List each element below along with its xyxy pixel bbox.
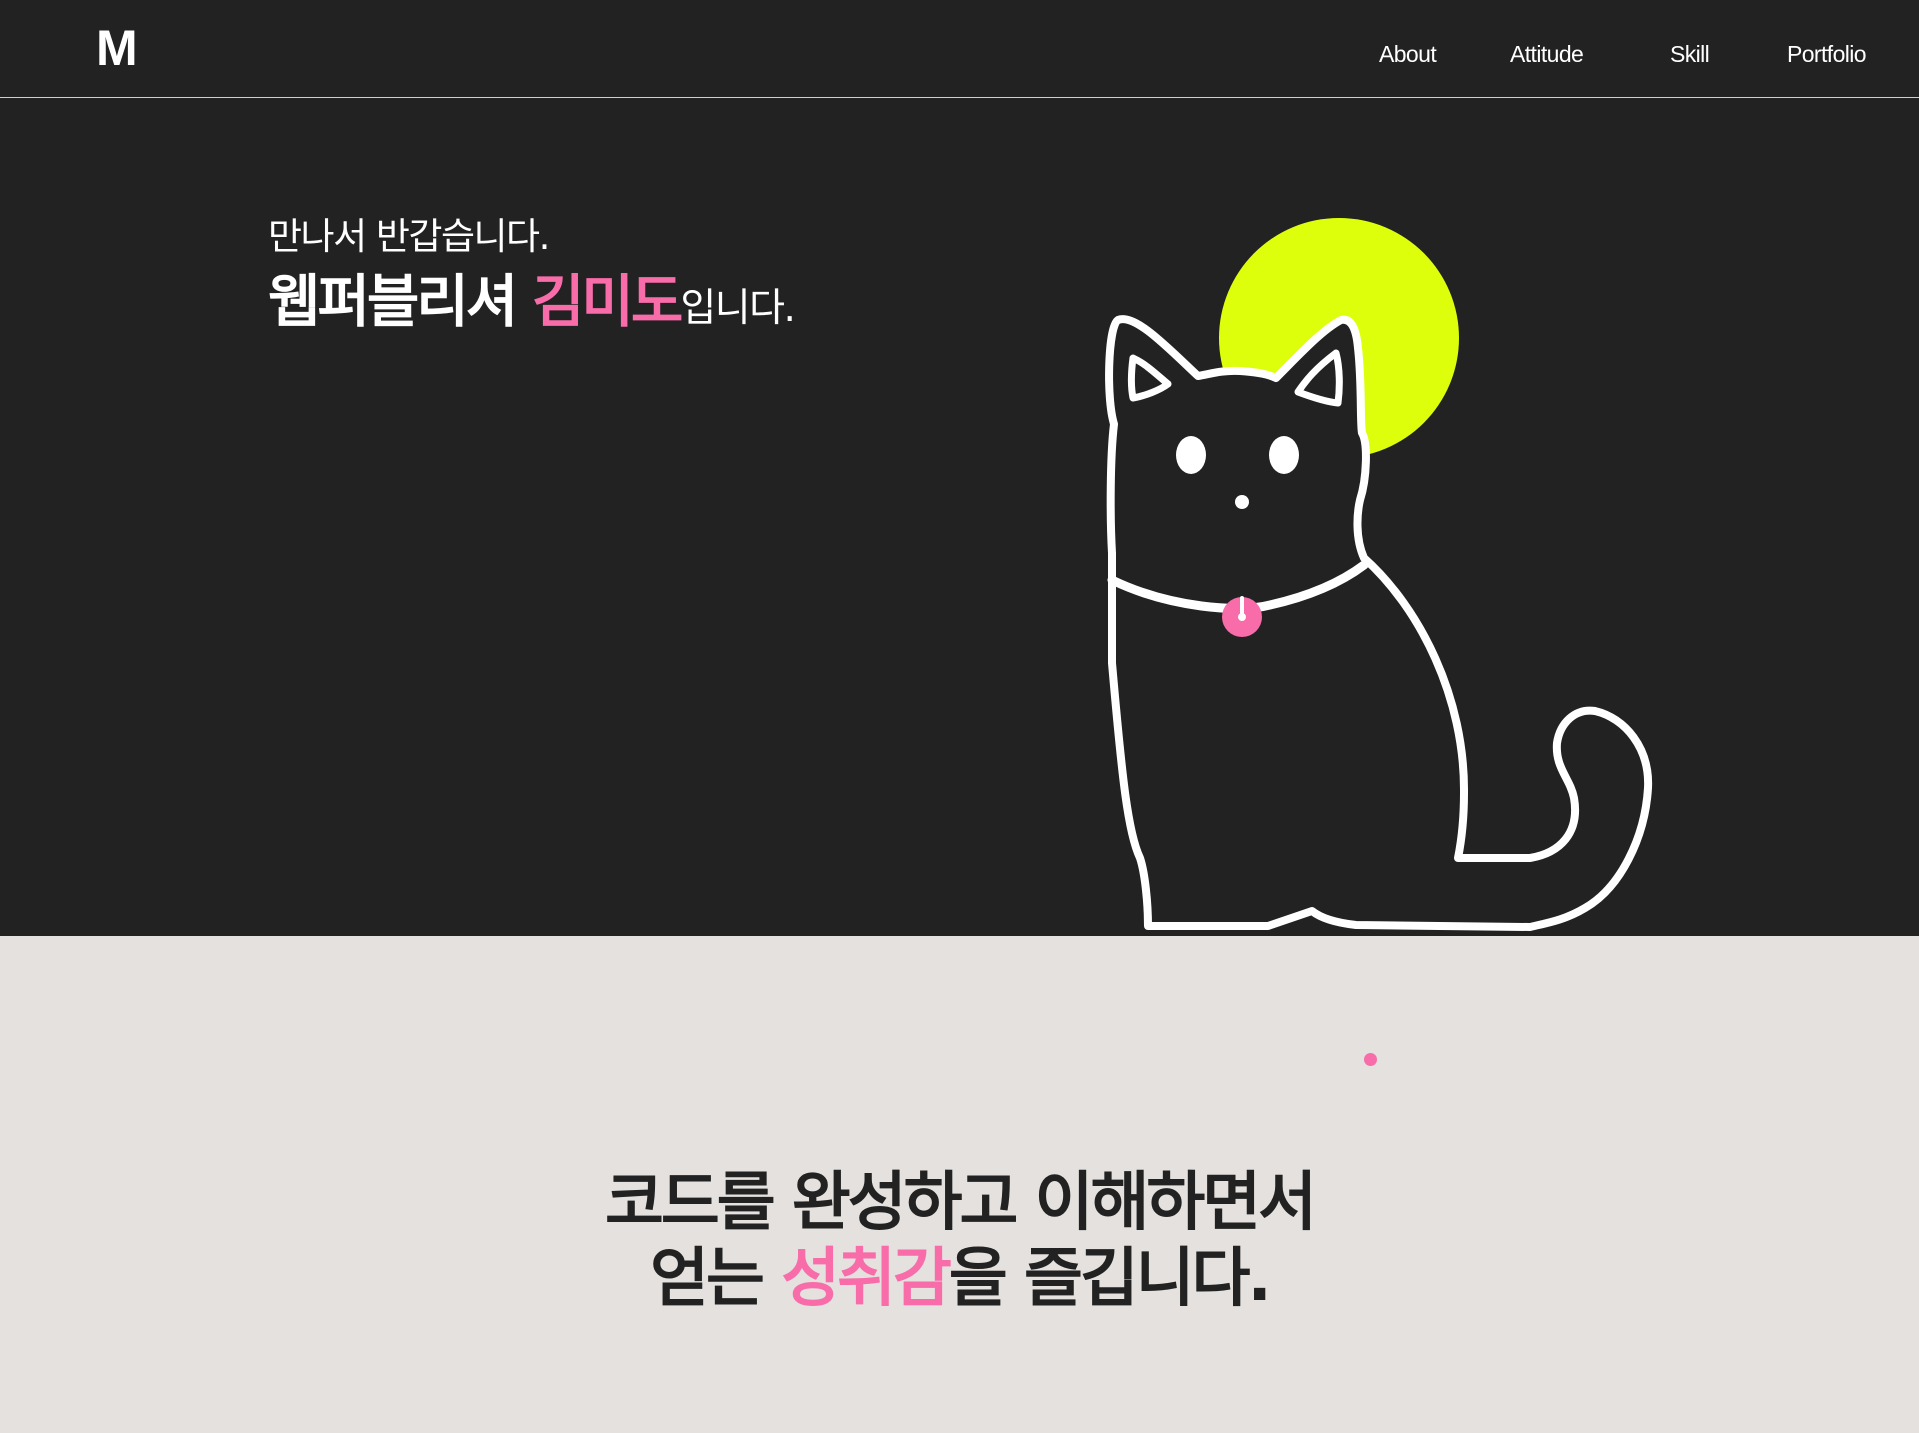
page: M About Attitude Skill Portfolio 만나서 반갑습…	[0, 0, 1919, 1433]
decorative-dot	[1364, 1053, 1377, 1066]
cat-illustration	[1105, 218, 1653, 931]
quote-line-2: 얻는 성취감을 즐깁니다.	[0, 1241, 1919, 1317]
quote-line-1: 코드를 완성하고 이해하면서	[604, 1166, 1317, 1240]
attitude-quote: 코드를 완성하고 이해하면서 얻는 성취감을 즐깁니다.	[0, 1165, 1919, 1317]
hero-section: 만나서 반갑습니다. 웹퍼블리셔 김미도입니다.	[0, 98, 1919, 936]
site-header: M About Attitude Skill Portfolio	[0, 0, 1919, 98]
nav-attitude[interactable]: Attitude	[1510, 40, 1584, 68]
left-eye	[1176, 436, 1206, 474]
nav-skill[interactable]: Skill	[1670, 40, 1710, 68]
logo[interactable]: M	[96, 20, 139, 76]
nav-portfolio[interactable]: Portfolio	[1787, 40, 1867, 68]
nav-about[interactable]: About	[1379, 40, 1437, 68]
quote-highlight: 성취감	[781, 1242, 952, 1316]
quote-line-2-prefix: 얻는	[650, 1242, 782, 1316]
quote-line-2-suffix: 을 즐깁니다.	[948, 1242, 1272, 1316]
nose	[1235, 495, 1249, 509]
right-eye	[1269, 436, 1299, 474]
